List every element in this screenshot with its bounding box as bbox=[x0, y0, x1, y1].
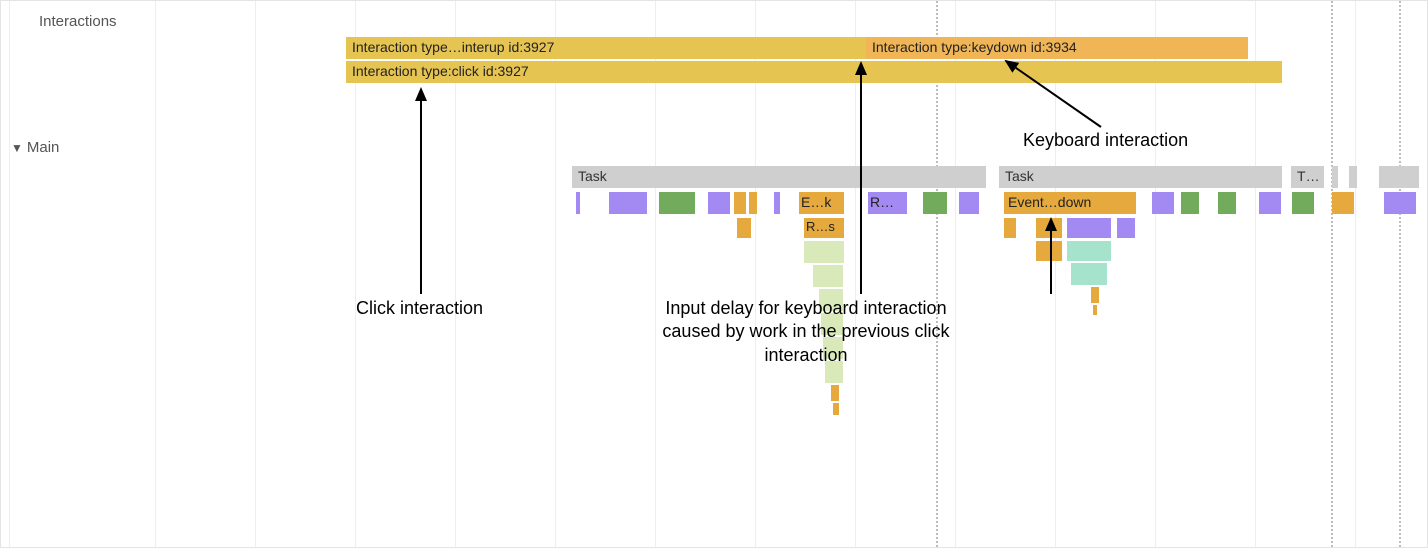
flame-block[interactable] bbox=[959, 192, 979, 214]
flame-block[interactable] bbox=[659, 192, 695, 214]
flame-block[interactable] bbox=[1117, 218, 1135, 238]
flame-block[interactable] bbox=[1004, 218, 1016, 238]
flame-block[interactable] bbox=[1036, 218, 1062, 238]
flame-block[interactable] bbox=[576, 192, 580, 214]
flame-block[interactable] bbox=[749, 192, 757, 214]
flame-block[interactable] bbox=[1152, 192, 1174, 214]
marker-line bbox=[1399, 1, 1401, 547]
performance-panel[interactable]: Interactions Interaction type…interup id… bbox=[0, 0, 1428, 548]
flame-block[interactable] bbox=[1067, 241, 1111, 261]
flame-block[interactable] bbox=[1181, 192, 1199, 214]
main-task-2[interactable]: Task bbox=[999, 166, 1282, 188]
track-label-main[interactable]: ▼ Main bbox=[11, 139, 59, 156]
flame-block[interactable] bbox=[734, 192, 746, 214]
main-task-sliver[interactable] bbox=[1349, 166, 1357, 188]
flame-block[interactable] bbox=[1093, 305, 1097, 315]
flame-block[interactable] bbox=[923, 192, 947, 214]
flame-block[interactable] bbox=[813, 265, 843, 287]
annotation-click: Click interaction bbox=[356, 297, 483, 320]
main-label-text: Main bbox=[27, 139, 60, 156]
flame-block[interactable] bbox=[1292, 192, 1314, 214]
flame-block[interactable] bbox=[833, 403, 839, 415]
flame-block[interactable] bbox=[774, 192, 780, 214]
main-task-1[interactable]: Task bbox=[572, 166, 986, 188]
flame-rs[interactable]: R…s bbox=[804, 218, 844, 238]
flame-block[interactable] bbox=[609, 192, 647, 214]
interaction-bar-pointerup[interactable]: Interaction type…interup id:3927 bbox=[346, 37, 866, 59]
flame-block[interactable] bbox=[1332, 192, 1354, 214]
interaction-bar-click[interactable]: Interaction type:click id:3927 bbox=[346, 61, 1282, 83]
flame-block[interactable] bbox=[1036, 241, 1062, 261]
flame-eventdown[interactable]: Event…down bbox=[1004, 192, 1136, 214]
flame-block[interactable] bbox=[1259, 192, 1281, 214]
flame-block[interactable] bbox=[1091, 287, 1099, 303]
flame-block[interactable] bbox=[1384, 192, 1416, 214]
flame-block[interactable] bbox=[737, 218, 751, 238]
flame-block[interactable] bbox=[708, 192, 730, 214]
flame-block[interactable] bbox=[1218, 192, 1236, 214]
track-label-interactions[interactable]: Interactions bbox=[39, 13, 117, 30]
caret-down-icon[interactable]: ▼ bbox=[11, 141, 23, 155]
annotation-keyboard: Keyboard interaction bbox=[1023, 129, 1188, 152]
main-task-sliver[interactable] bbox=[1332, 166, 1338, 188]
flame-r[interactable]: R… bbox=[868, 192, 907, 214]
main-task-3[interactable]: T… bbox=[1291, 166, 1324, 188]
flame-block[interactable] bbox=[1067, 218, 1111, 238]
flame-block[interactable] bbox=[804, 241, 844, 263]
annotation-input-delay: Input delay for keyboard interaction cau… bbox=[651, 297, 961, 367]
interaction-bar-keydown[interactable]: Interaction type:keydown id:3934 bbox=[866, 37, 1248, 59]
marker-line bbox=[1331, 1, 1333, 547]
flame-block[interactable] bbox=[831, 385, 839, 401]
flame-ek[interactable]: E…k bbox=[799, 192, 844, 214]
flame-block[interactable] bbox=[1071, 263, 1107, 285]
main-task-sliver[interactable] bbox=[1379, 166, 1419, 188]
